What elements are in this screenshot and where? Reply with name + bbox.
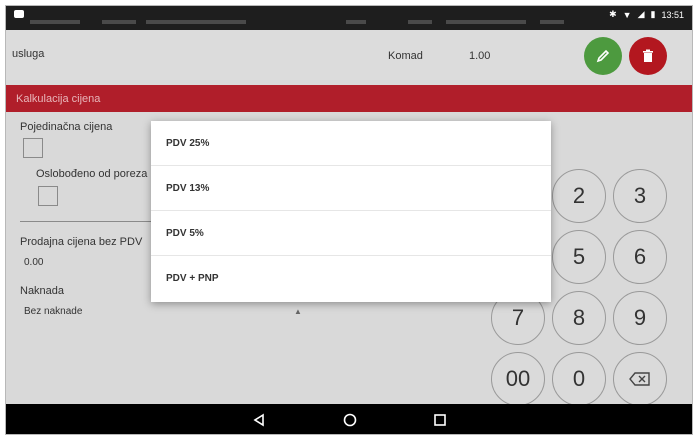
fee-select[interactable]: Bez naknade [24,306,82,317]
faded-toolbar-item [346,20,366,24]
backspace-key[interactable] [613,352,667,406]
fee-label: Naknada [20,285,65,297]
net-price-label: Prodajna cijena bez PDV [20,236,143,248]
vat-rate-dialog: PDV 25% PDV 13% PDV 5% PDV + PNP [151,121,551,302]
clock: 13:51 [661,9,684,20]
faded-toolbar-item [30,20,80,24]
item-unit: Komad [388,50,423,62]
faded-toolbar-item [146,20,246,24]
status-icons: ✱ ▼ ◢ ▮ 13:51 [609,9,684,20]
key-6[interactable]: 6 [613,230,667,284]
key-5[interactable]: 5 [552,230,606,284]
navigation-bar [6,404,692,434]
faded-toolbar-item [408,20,432,24]
vat-option-label: PDV + PNP [166,273,219,284]
battery-icon: ▮ [650,9,656,19]
tax-exempt-checkbox[interactable] [38,186,58,206]
key-3[interactable]: 3 [613,169,667,223]
notification-icon [14,10,24,18]
key-2[interactable]: 2 [552,169,606,223]
app-window: ✱ ▼ ◢ ▮ 13:51 usluga Komad 1.00 Kalkulac… [5,5,693,435]
net-price-input[interactable]: 0.00 [24,257,43,268]
vat-option-label: PDV 13% [166,182,210,194]
vat-option[interactable]: PDV 13% [151,166,551,211]
signal-icon: ◢ [637,9,645,19]
tax-exempt-label: Oslobođeno od poreza [36,168,148,180]
section-title: Kalkulacija cijena [16,93,101,105]
key-0[interactable]: 0 [552,352,606,406]
home-icon [343,413,357,427]
item-name: usluga [12,48,45,60]
delete-button[interactable] [629,37,667,75]
key-8[interactable]: 8 [552,291,606,345]
faded-toolbar-item [540,20,564,24]
vat-option[interactable]: PDV 25% [151,121,551,166]
vat-option-label: PDV 5% [166,227,204,239]
section-header: Kalkulacija cijena [6,85,692,112]
backspace-icon [629,372,650,386]
faded-toolbar-item [102,20,136,24]
back-button[interactable] [249,410,269,430]
wifi-icon: ▼ [622,9,632,20]
trash-icon [643,49,653,62]
divider [20,221,155,222]
key-00[interactable]: 00 [491,352,545,406]
single-price-label: Pojedinačna cijena [20,121,113,133]
key-9[interactable]: 9 [613,291,667,345]
edit-button[interactable] [584,37,622,75]
dropdown-arrow-icon[interactable]: ▲ [294,307,302,316]
vat-option-label: PDV 25% [166,137,210,149]
faded-toolbar-item [446,20,526,24]
vat-option[interactable]: PDV 5% [151,211,551,256]
vat-option[interactable]: PDV + PNP [151,256,551,301]
status-bar: ✱ ▼ ◢ ▮ 13:51 [6,6,692,30]
single-price-checkbox[interactable] [23,138,43,158]
pencil-icon [596,49,610,63]
back-icon [253,413,264,427]
recents-button[interactable] [430,410,450,430]
home-button[interactable] [340,410,360,430]
recents-icon [434,414,446,426]
item-quantity: 1.00 [469,50,491,62]
bluetooth-icon: ✱ [609,9,617,19]
